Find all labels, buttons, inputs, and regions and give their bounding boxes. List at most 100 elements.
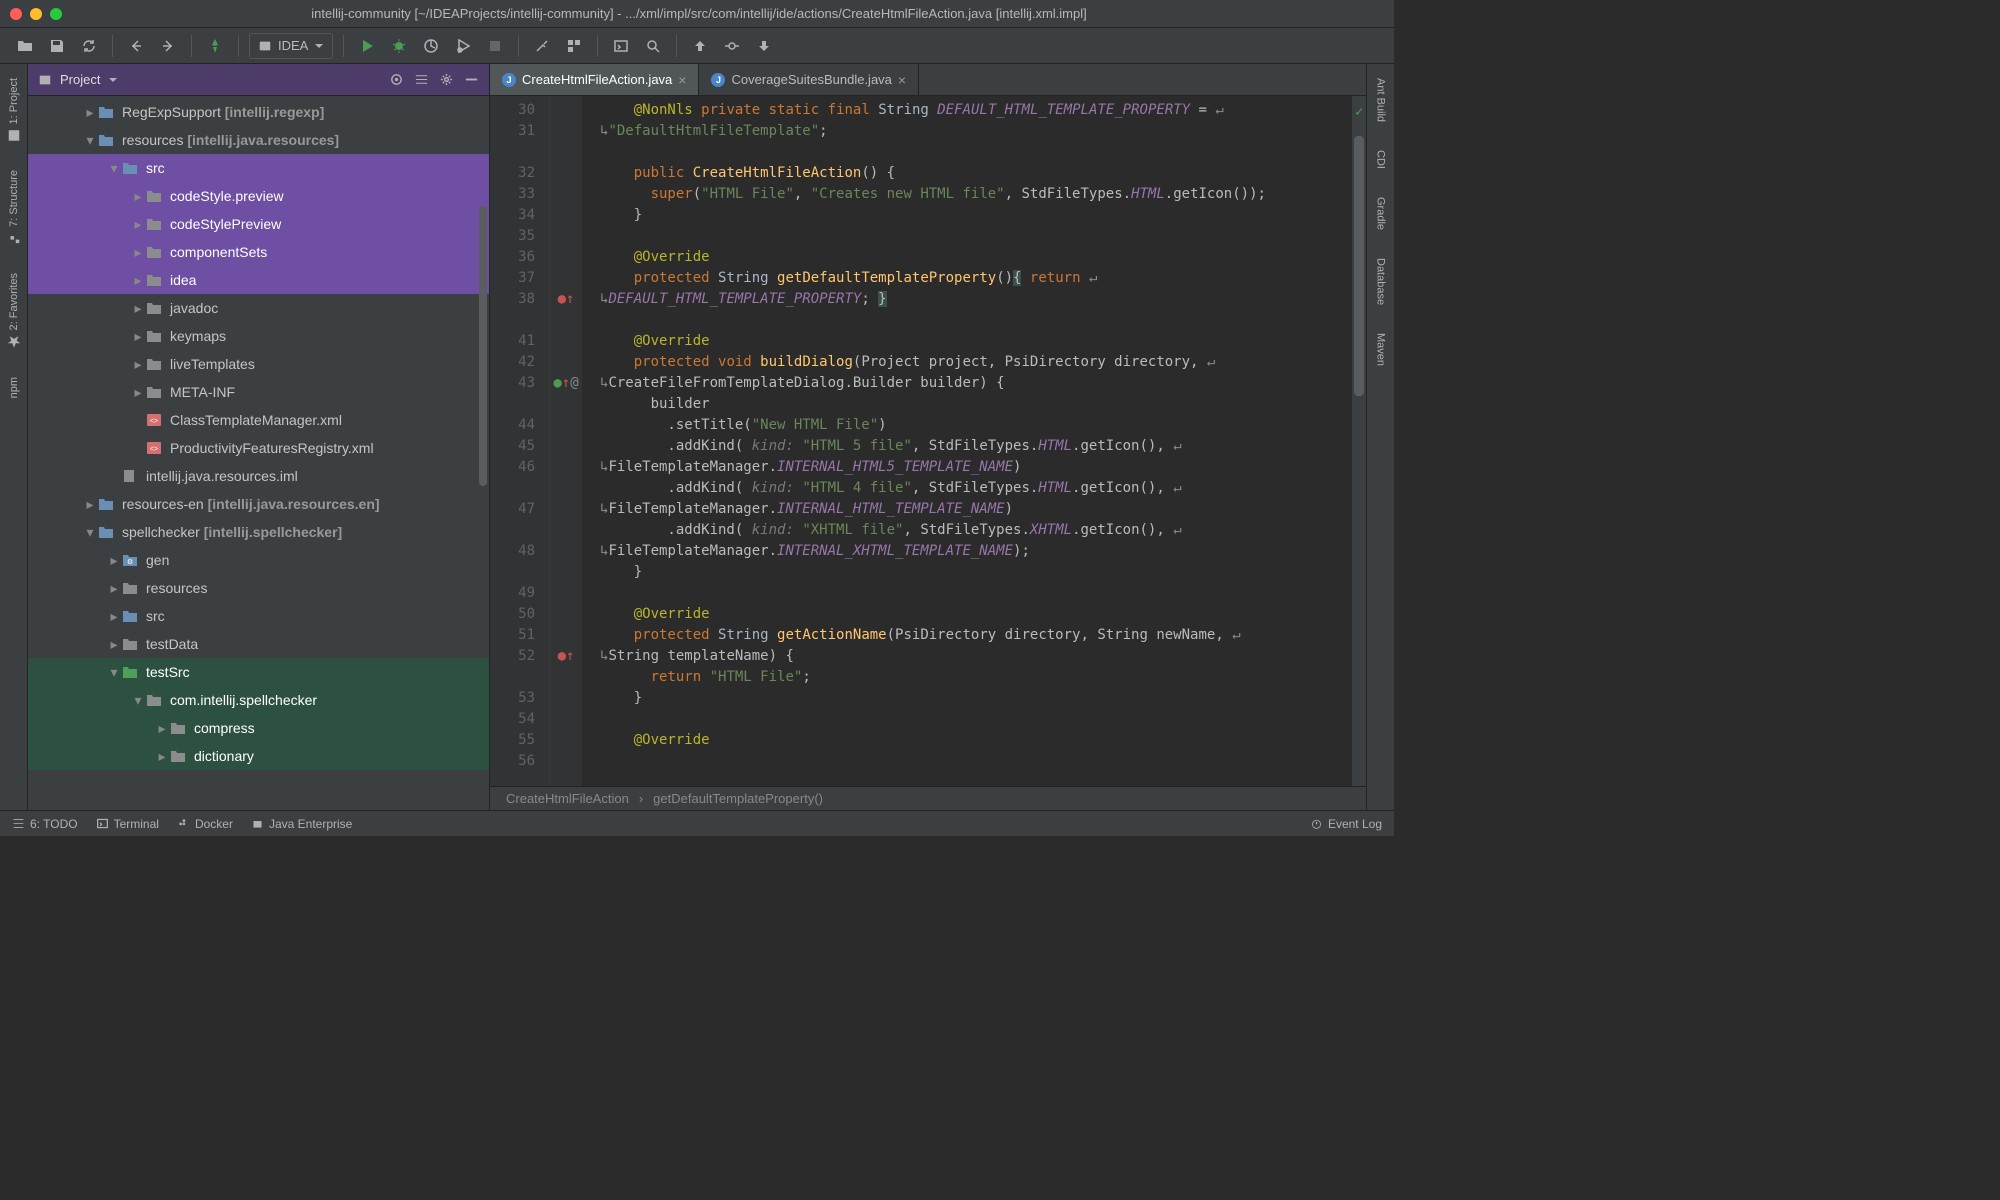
close-tab-icon[interactable]: ×: [898, 72, 906, 88]
tree-row[interactable]: ▸codeStylePreview: [28, 210, 489, 238]
tree-row[interactable]: ▸liveTemplates: [28, 350, 489, 378]
stop-icon[interactable]: [482, 33, 508, 59]
coverage-icon[interactable]: [418, 33, 444, 59]
status-jee[interactable]: Java Enterprise: [251, 817, 352, 831]
tree-arrow-icon[interactable]: ▸: [106, 580, 122, 597]
status-docker[interactable]: Docker: [177, 817, 233, 831]
chevron-down-icon[interactable]: [108, 75, 118, 85]
tree-row[interactable]: ▸resources-en [intellij.java.resources.e…: [28, 490, 489, 518]
editor-tab[interactable]: JCoverageSuitesBundle.java×: [699, 64, 919, 95]
vcs-update-icon[interactable]: [687, 33, 713, 59]
tree-arrow-icon[interactable]: ▸: [106, 608, 122, 625]
minimize-window-button[interactable]: [30, 8, 42, 20]
tree-scrollbar[interactable]: [477, 96, 489, 810]
tool-favorites[interactable]: 2: Favorites: [5, 267, 23, 354]
main-toolbar: IDEA: [0, 28, 1394, 64]
tool-cdi[interactable]: CDI: [1373, 144, 1389, 175]
tree-arrow-icon[interactable]: ▸: [130, 272, 146, 289]
gear-icon[interactable]: [439, 72, 454, 87]
tree-arrow-icon[interactable]: ▸: [106, 552, 122, 569]
close-window-button[interactable]: [10, 8, 22, 20]
tree-row[interactable]: ▸testData: [28, 630, 489, 658]
tree-arrow-icon[interactable]: ▸: [154, 720, 170, 737]
hide-icon[interactable]: [464, 72, 479, 87]
run-anything-icon[interactable]: [608, 33, 634, 59]
tree-arrow-icon[interactable]: ▸: [130, 356, 146, 373]
tree-row[interactable]: intellij.java.resources.iml: [28, 462, 489, 490]
editor-scroll-thumb[interactable]: [1354, 136, 1364, 396]
profile-icon[interactable]: [450, 33, 476, 59]
tree-row[interactable]: ▾testSrc: [28, 658, 489, 686]
tree-row[interactable]: ▸idea: [28, 266, 489, 294]
settings-icon[interactable]: [529, 33, 555, 59]
vcs-push-icon[interactable]: [751, 33, 777, 59]
tree-scroll-thumb[interactable]: [479, 206, 487, 486]
tree-row[interactable]: ▸META-INF: [28, 378, 489, 406]
tree-arrow-icon[interactable]: ▸: [82, 496, 98, 513]
tree-arrow-icon[interactable]: ▸: [130, 216, 146, 233]
maximize-window-button[interactable]: [50, 8, 62, 20]
tree-arrow-icon[interactable]: ▾: [106, 664, 122, 681]
run-icon[interactable]: [354, 33, 380, 59]
tool-npm[interactable]: npm: [6, 371, 22, 404]
project-structure-icon[interactable]: [561, 33, 587, 59]
tree-row[interactable]: ▸componentSets: [28, 238, 489, 266]
build-icon[interactable]: [202, 33, 228, 59]
tree-arrow-icon[interactable]: ▾: [82, 524, 98, 541]
tree-row[interactable]: ▾spellchecker [intellij.spellchecker]: [28, 518, 489, 546]
tree-row[interactable]: ▸dictionary: [28, 742, 489, 770]
tree-row[interactable]: ▸javadoc: [28, 294, 489, 322]
tool-project[interactable]: 1: Project: [5, 72, 23, 148]
expand-icon[interactable]: [414, 72, 429, 87]
breadcrumb-method[interactable]: getDefaultTemplateProperty(): [653, 791, 823, 806]
tree-row[interactable]: ▾src: [28, 154, 489, 182]
tree-arrow-icon[interactable]: ▸: [130, 384, 146, 401]
tree-arrow-icon[interactable]: ▾: [82, 132, 98, 149]
tree-arrow-icon[interactable]: ▸: [154, 748, 170, 765]
locate-icon[interactable]: [389, 72, 404, 87]
tree-row[interactable]: ▾com.intellij.spellchecker: [28, 686, 489, 714]
tree-row[interactable]: ▸codeStyle.preview: [28, 182, 489, 210]
open-file-icon[interactable]: [12, 33, 38, 59]
back-icon[interactable]: [123, 33, 149, 59]
forward-icon[interactable]: [155, 33, 181, 59]
tree-row[interactable]: ▸keymaps: [28, 322, 489, 350]
debug-icon[interactable]: [386, 33, 412, 59]
sync-icon[interactable]: [76, 33, 102, 59]
tree-row[interactable]: ▸compress: [28, 714, 489, 742]
status-terminal[interactable]: Terminal: [96, 817, 159, 831]
vcs-commit-icon[interactable]: [719, 33, 745, 59]
run-config-selector[interactable]: IDEA: [249, 33, 333, 59]
tool-gradle[interactable]: Gradle: [1373, 191, 1389, 236]
tree-arrow-icon[interactable]: ▸: [130, 244, 146, 261]
tree-arrow-icon[interactable]: ▸: [130, 300, 146, 317]
breadcrumb-class[interactable]: CreateHtmlFileAction: [506, 791, 629, 806]
tool-database[interactable]: Database: [1373, 252, 1389, 311]
tree-arrow-icon[interactable]: ▸: [106, 636, 122, 653]
code-content[interactable]: @NonNls private static final String DEFA…: [582, 96, 1352, 786]
tool-ant[interactable]: Ant Build: [1373, 72, 1389, 128]
editor-body[interactable]: 3031323334353637384142434445464748495051…: [490, 96, 1366, 786]
tree-row[interactable]: ▸RegExpSupport [intellij.regexp]: [28, 98, 489, 126]
tree-arrow-icon[interactable]: ▾: [106, 160, 122, 177]
close-tab-icon[interactable]: ×: [678, 72, 686, 88]
tree-row[interactable]: ▸resources: [28, 574, 489, 602]
editor-scrollbar[interactable]: ✓: [1352, 96, 1366, 786]
tree-row[interactable]: <>ProductivityFeaturesRegistry.xml: [28, 434, 489, 462]
project-tree[interactable]: ▸RegExpSupport [intellij.regexp]▾resourc…: [28, 96, 489, 810]
save-icon[interactable]: [44, 33, 70, 59]
status-event-log[interactable]: Event Log: [1310, 817, 1382, 831]
tree-arrow-icon[interactable]: ▾: [130, 692, 146, 709]
tool-structure[interactable]: 7: Structure: [5, 164, 23, 251]
tree-row[interactable]: <>ClassTemplateManager.xml: [28, 406, 489, 434]
tree-arrow-icon[interactable]: ▸: [82, 104, 98, 121]
tree-row[interactable]: ▾resources [intellij.java.resources]: [28, 126, 489, 154]
editor-tab[interactable]: JCreateHtmlFileAction.java×: [490, 64, 699, 95]
search-icon[interactable]: [640, 33, 666, 59]
tool-maven[interactable]: Maven: [1373, 327, 1389, 372]
tree-arrow-icon[interactable]: ▸: [130, 328, 146, 345]
tree-row[interactable]: ▸⚙gen: [28, 546, 489, 574]
status-todo[interactable]: 6: TODO: [12, 817, 78, 831]
tree-row[interactable]: ▸src: [28, 602, 489, 630]
tree-arrow-icon[interactable]: ▸: [130, 188, 146, 205]
